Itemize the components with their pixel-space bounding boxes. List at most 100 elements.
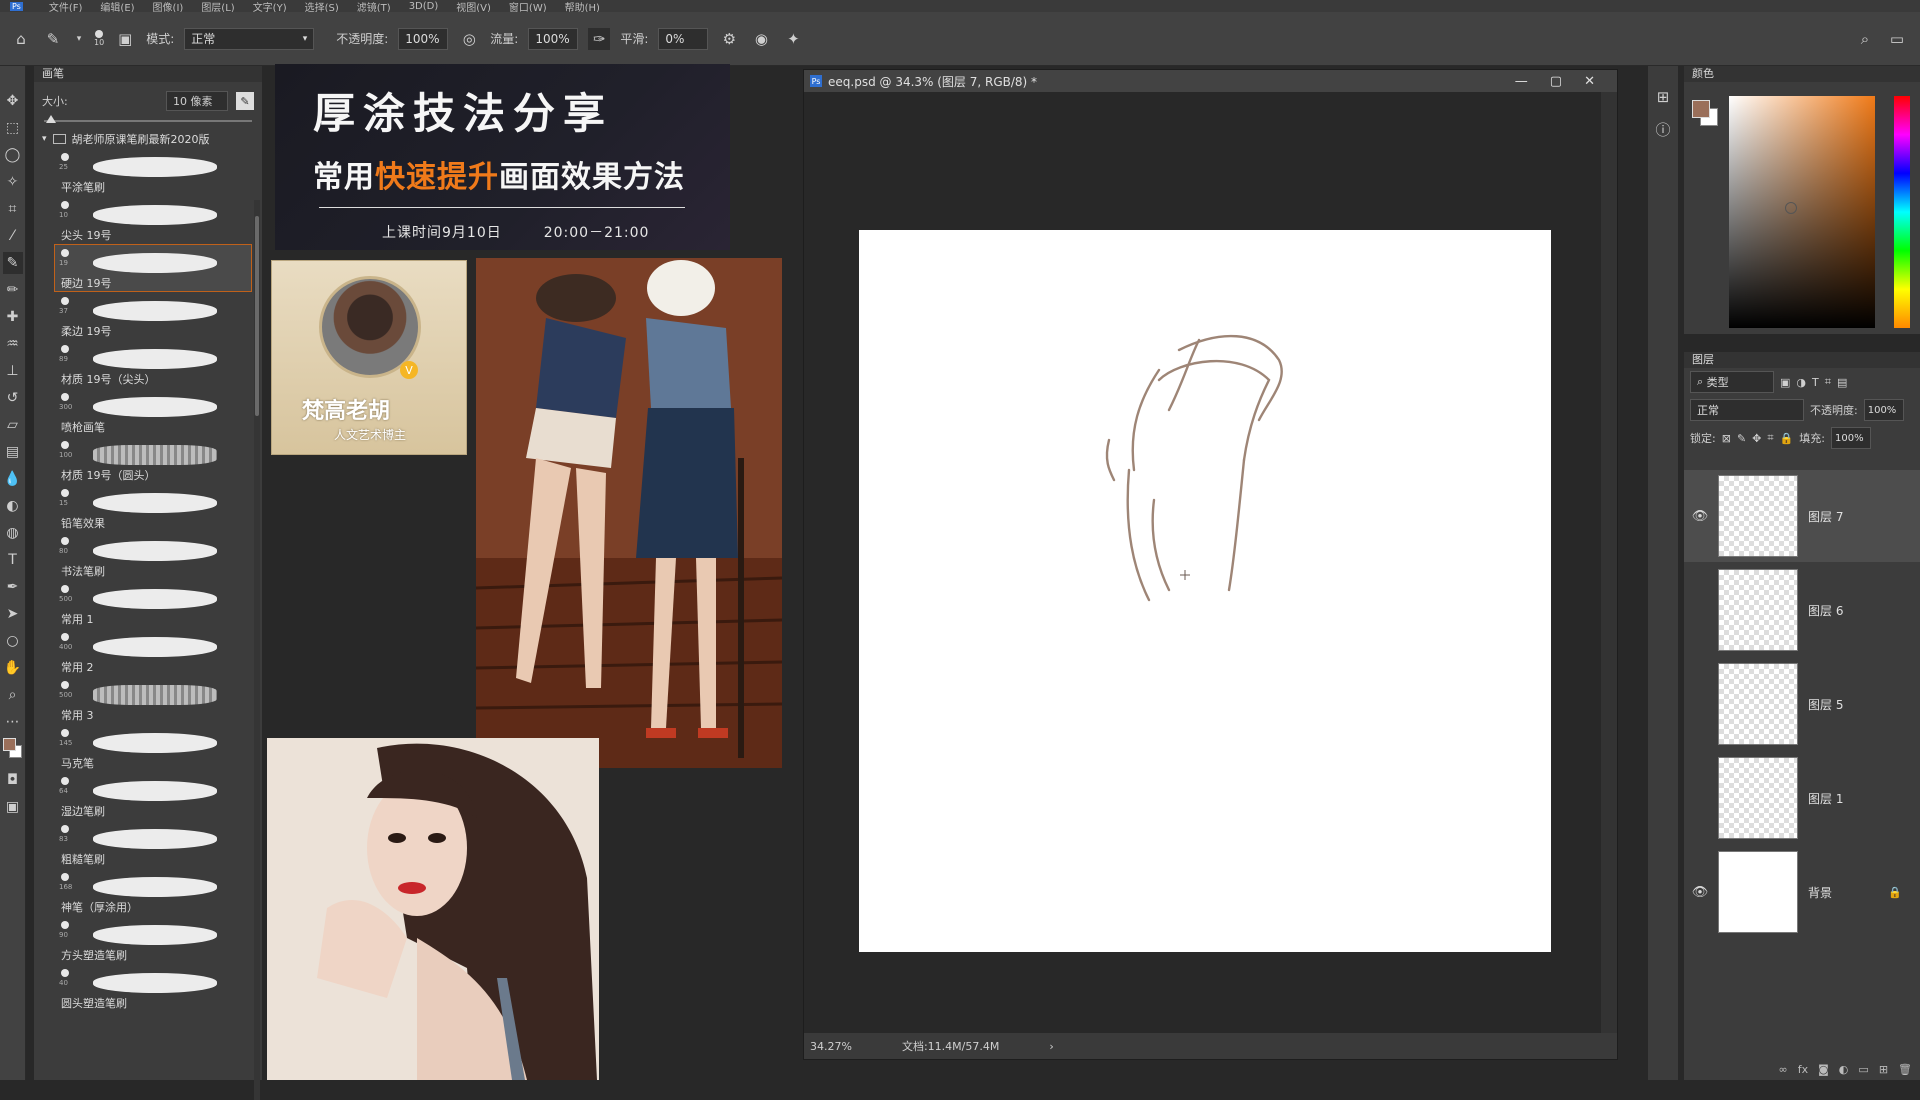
menu-type[interactable]: 文字(Y) [253,0,287,13]
lock-all-icon[interactable]: 🔒 [1780,432,1794,445]
menu-file[interactable]: 文件(F) [49,0,83,13]
size-slider-knob[interactable] [46,115,56,123]
hue-slider[interactable] [1894,96,1910,328]
pressure-size-icon[interactable]: ◉ [750,28,772,50]
dodge-tool-icon[interactable]: ◐ [3,495,23,517]
brush-tool-icon[interactable]: ✎ [2,252,23,274]
color-picker-ring[interactable] [1785,202,1797,214]
screen-mode-icon[interactable]: ▣ [3,796,23,818]
layer-style-icon[interactable]: fx [1798,1063,1808,1076]
lasso-tool-icon[interactable]: ◯ [3,144,23,166]
brush-size-preview[interactable]: 10 [94,30,104,47]
symmetry-icon[interactable]: ✦ [782,28,804,50]
mixer-brush-tool-icon[interactable]: ♒ [3,333,23,355]
adjustment-layer-icon[interactable]: ◐ [1839,1063,1849,1076]
brush-preset-item[interactable]: 80 书法笔刷 [54,532,252,580]
new-layer-icon[interactable]: ⊞ [1879,1063,1888,1076]
properties-icon[interactable]: ⊞ [1652,86,1674,108]
layer-row[interactable]: 图层 1 [1684,752,1920,844]
new-group-icon[interactable]: ▭ [1858,1063,1868,1076]
quick-mask-icon[interactable]: ◘ [3,769,23,791]
brush-preset-item[interactable]: 500 常用 1 [54,580,252,628]
eraser-tool-icon[interactable]: ▱ [3,414,23,436]
chevron-down-icon[interactable]: ▾ [74,28,84,50]
zoom-level[interactable]: 34.27% [810,1040,852,1053]
opacity-field[interactable]: 100% [398,27,449,50]
menu-window[interactable]: 窗口(W) [509,0,547,13]
lock-image-icon[interactable]: ✎ [1737,432,1746,445]
layer-filter-select[interactable]: ⌕ 类型 [1690,371,1774,393]
filter-type-icon[interactable]: T [1812,376,1819,389]
filter-smart-icon[interactable]: ▤ [1837,376,1847,389]
brush-preset-item[interactable]: 64 湿边笔刷 [54,772,252,820]
minimize-icon[interactable]: — [1515,74,1528,89]
menu-layer[interactable]: 图层(L) [201,0,234,13]
layer-row[interactable]: 图层 5 [1684,658,1920,750]
brush-preset-item[interactable]: 19 硬边 19号 [54,244,252,292]
canvas-vertical-scrollbar[interactable] [1601,92,1617,1034]
gradient-tool-icon[interactable]: ▤ [3,441,23,463]
size-input[interactable]: 10 像素 [166,91,228,111]
chevron-right-icon[interactable]: › [1049,1040,1053,1053]
ellipse-tool-icon[interactable]: ○ [3,630,23,652]
brush-preset-item[interactable]: 400 常用 2 [54,628,252,676]
filter-shape-icon[interactable]: ⌗ [1825,375,1831,389]
workspace-icon[interactable]: ▭ [1886,28,1908,50]
blend-mode-select[interactable]: 正常 [1690,399,1804,421]
gear-icon[interactable]: ⚙ [718,28,740,50]
hand-tool-icon[interactable]: ✋ [3,657,23,679]
menu-3d[interactable]: 3D(D) [409,1,439,12]
search-icon[interactable]: ⌕ [1854,28,1876,50]
canvas-area[interactable] [804,92,1601,1034]
menu-edit[interactable]: 编辑(E) [100,0,134,13]
layer-row[interactable]: 👁 背景 🔒 [1684,846,1920,938]
crop-tool-icon[interactable]: ⌗ [3,198,23,220]
layer-opacity-field[interactable]: 100% [1863,399,1904,421]
close-icon[interactable]: ✕ [1584,74,1595,89]
menu-filter[interactable]: 滤镜(T) [357,0,391,13]
brush-preset-item[interactable]: 83 粗糙笔刷 [54,820,252,868]
flow-field[interactable]: 100% [528,27,579,50]
layer-row[interactable]: 图层 6 [1684,564,1920,656]
filter-pixel-icon[interactable]: ▣ [1780,376,1790,389]
color-swatches[interactable] [2,738,23,764]
menu-view[interactable]: 视图(V) [456,0,491,13]
opacity-pressure-icon[interactable]: ◎ [458,28,480,50]
add-mask-icon[interactable]: ◙ [1818,1063,1829,1076]
link-layers-icon[interactable]: ∞ [1779,1063,1788,1076]
brush-preset-item[interactable]: 89 材质 19号（尖头） [54,340,252,388]
brush-list-scroll-thumb[interactable] [255,216,259,416]
pen-tool-icon[interactable]: ✒ [3,576,23,598]
color-picker-field[interactable] [1729,96,1875,328]
healing-brush-tool-icon[interactable]: ✚ [3,306,23,328]
menu-select[interactable]: 选择(S) [305,0,339,13]
size-slider[interactable] [44,115,252,123]
filter-adjust-icon[interactable]: ◑ [1796,376,1806,389]
lock-transparent-icon[interactable]: ⊠ [1722,432,1731,445]
layer-row[interactable]: 👁 图层 7 [1684,470,1920,562]
type-tool-icon[interactable]: T [3,549,23,571]
zoom-tool-icon[interactable]: ⌕ [3,684,23,706]
brush-folder[interactable]: ▾ 胡老师原课笔刷最新2020版 [34,130,262,148]
magic-wand-tool-icon[interactable]: ✧ [3,171,23,193]
airbrush-icon[interactable]: ✑ [588,27,611,50]
home-icon[interactable]: ⌂ [10,28,32,50]
visibility-eye-icon[interactable]: 👁 [1684,509,1716,524]
new-brush-icon[interactable]: ✎ [236,92,254,110]
foreground-color-swatch[interactable] [1692,100,1710,118]
layer-fill-field[interactable]: 100% [1831,427,1871,449]
blur-tool-icon[interactable]: 💧 [3,468,23,490]
brush-preset-item[interactable]: 10 尖头 19号 [54,196,252,244]
mode-select[interactable]: 正常 ▾ [184,27,315,50]
delete-layer-icon[interactable]: 🗑 [1898,1063,1912,1076]
brush-preset-item[interactable]: 300 喷枪画笔 [54,388,252,436]
more-tools-icon[interactable]: ⋯ [3,711,23,733]
brush-tool-preset-icon[interactable]: ✎ [42,28,64,50]
eyedropper-tool-icon[interactable]: ⁄ [3,225,23,247]
brush-preset-item[interactable]: 15 铅笔效果 [54,484,252,532]
info-icon[interactable]: ⓘ [1652,118,1674,140]
brush-preset-item[interactable]: 90 方头塑造笔刷 [54,916,252,964]
menu-image[interactable]: 图像(I) [153,0,184,13]
foreground-swatch[interactable] [2,738,16,751]
brush-preset-item[interactable]: 100 材质 19号（圆头） [54,436,252,484]
